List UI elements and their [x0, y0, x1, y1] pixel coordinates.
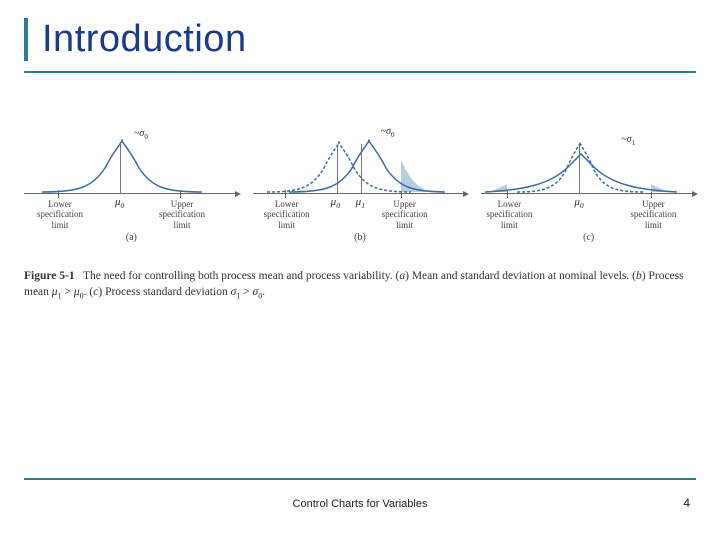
mu0-label: μ0	[331, 196, 340, 210]
figure-caption: Figure 5-1 The need for controlling both…	[24, 269, 696, 302]
sigma0-label: ~σ0	[381, 126, 395, 139]
slide: Introduction ~σ0 μ0 Lowerspecification	[0, 0, 720, 540]
usl-label: Upperspecificationlimit	[627, 199, 679, 230]
panel-a-letter: (a)	[24, 232, 239, 243]
title-rule-left: Introduction	[24, 18, 696, 61]
panel-b: ~σ0 μ0 μ1 Lowerspecificationlimit Uppers…	[253, 110, 468, 243]
bell-wide-c	[485, 138, 677, 194]
lsl-label: Lowerspecificationlimit	[483, 199, 535, 230]
slide-title: Introduction	[42, 18, 696, 61]
bell-solid-b	[289, 138, 445, 194]
mu0-label: μ0	[115, 196, 124, 210]
usl-label: Upperspecificationlimit	[379, 199, 431, 230]
plot-b: ~σ0 μ0 μ1 Lowerspecificationlimit Uppers…	[253, 110, 468, 230]
lsl-label: Lowerspecificationlimit	[261, 199, 313, 230]
plot-a: ~σ0 μ0 Lowerspecificationlimit Upperspec…	[24, 110, 239, 230]
content-area: ~σ0 μ0 Lowerspecificationlimit Upperspec…	[24, 110, 696, 302]
usl-label: Upperspecificationlimit	[156, 199, 208, 230]
mu0-label: μ0	[574, 196, 583, 210]
lsl-label: Lowerspecificationlimit	[34, 199, 86, 230]
mu1-label: μ1	[356, 196, 365, 210]
panel-c: ~σ1 μ0 Lowerspecificationlimit Upperspec…	[481, 110, 696, 243]
bell-curve-a	[42, 138, 202, 194]
figure-panels: ~σ0 μ0 Lowerspecificationlimit Upperspec…	[24, 110, 696, 243]
footer-text: Control Charts for Variables	[0, 498, 720, 510]
title-rule-top	[24, 71, 696, 73]
figure-number: Figure 5-1	[24, 270, 75, 282]
panel-a: ~σ0 μ0 Lowerspecificationlimit Upperspec…	[24, 110, 239, 243]
sigma1-label: ~σ1	[621, 134, 635, 147]
page-number: 4	[683, 496, 690, 510]
panel-b-letter: (b)	[253, 232, 468, 243]
panel-c-letter: (c)	[481, 232, 696, 243]
bottom-rule	[24, 478, 696, 480]
sigma0-label: ~σ0	[134, 128, 148, 141]
plot-c: ~σ1 μ0 Lowerspecificationlimit Upperspec…	[481, 110, 696, 230]
